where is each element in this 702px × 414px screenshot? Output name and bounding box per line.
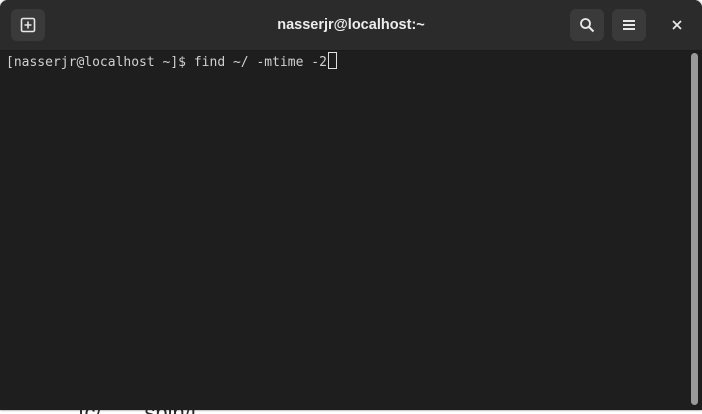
terminal-content[interactable]: [nasserjr@localhost ~]$ find ~/ -mtime -… (0, 51, 688, 410)
shell-prompt: [nasserjr@localhost ~]$ (6, 55, 194, 70)
new-tab-button[interactable] (11, 9, 45, 41)
search-button[interactable] (570, 9, 604, 41)
scrollbar-thumb[interactable] (691, 53, 698, 405)
terminal-window: nasserjr@localhost:~ [nasserjr@localhost… (0, 0, 702, 410)
hamburger-menu-icon (623, 20, 635, 30)
search-icon (580, 18, 595, 33)
titlebar: nasserjr@localhost:~ (0, 0, 702, 51)
close-button[interactable] (660, 9, 694, 41)
new-tab-icon (20, 17, 36, 33)
text-cursor (327, 52, 337, 69)
vertical-scrollbar[interactable] (688, 51, 702, 410)
close-icon (672, 20, 682, 30)
typed-command: find ~/ -mtime -2 (193, 55, 327, 70)
command-line: [nasserjr@localhost ~]$ find ~/ -mtime -… (6, 52, 337, 71)
menu-button[interactable] (612, 9, 646, 41)
